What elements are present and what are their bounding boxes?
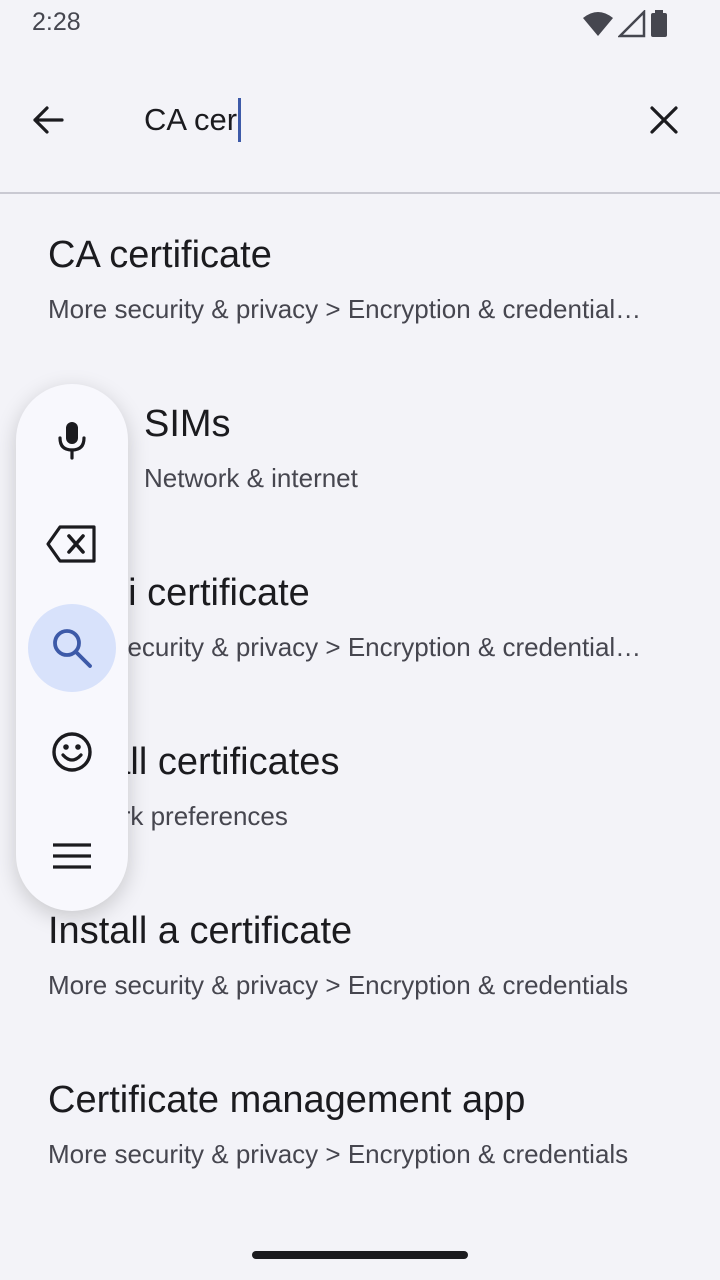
search-bar: CA cer	[0, 48, 720, 192]
result-subtitle: More security & privacy > Encryption & c…	[48, 294, 642, 324]
status-bar: 2:28	[0, 0, 720, 48]
status-time: 2:28	[32, 8, 81, 36]
result-title: Certificate management app	[48, 1079, 526, 1121]
signal-icon	[618, 10, 646, 38]
status-icons	[582, 10, 668, 38]
menu-icon	[53, 843, 91, 869]
floating-keyboard-toolbar	[16, 384, 128, 911]
text-cursor	[238, 98, 242, 142]
arrow-back-icon	[33, 106, 64, 134]
result-subtitle: More security & privacy > Encryption & c…	[48, 970, 629, 1000]
result-title: SIMs	[144, 403, 231, 445]
mic-icon	[58, 422, 86, 460]
backspace-button[interactable]	[28, 500, 116, 588]
emoji-button[interactable]	[28, 708, 116, 796]
mic-button[interactable]	[28, 396, 116, 484]
backspace-icon	[46, 525, 96, 563]
back-button[interactable]	[24, 96, 72, 144]
result-subtitle: More security & privacy > Encryption & c…	[48, 632, 642, 662]
result-title: Install a certificate	[48, 910, 353, 952]
result-subtitle: Network & internet	[144, 463, 358, 493]
battery-icon	[651, 10, 667, 37]
search-button[interactable]	[28, 604, 116, 692]
result-subtitle: Network preferences	[48, 801, 288, 831]
result-item[interactable]: CA certificate More security & privacy >…	[0, 194, 720, 362]
close-icon	[650, 106, 678, 134]
result-item[interactable]: Certificate management app More security…	[0, 1039, 720, 1207]
navigation-handle[interactable]	[252, 1251, 468, 1259]
wifi-icon	[583, 12, 613, 36]
search-icon	[53, 629, 92, 668]
search-input[interactable]: CA cer	[144, 96, 242, 144]
search-query: CA cer	[144, 102, 238, 137]
result-subtitle: More security & privacy > Encryption & c…	[48, 1139, 629, 1169]
emoji-icon	[52, 732, 92, 772]
result-title: CA certificate	[48, 234, 272, 276]
menu-button[interactable]	[28, 812, 116, 900]
clear-button[interactable]	[640, 96, 688, 144]
